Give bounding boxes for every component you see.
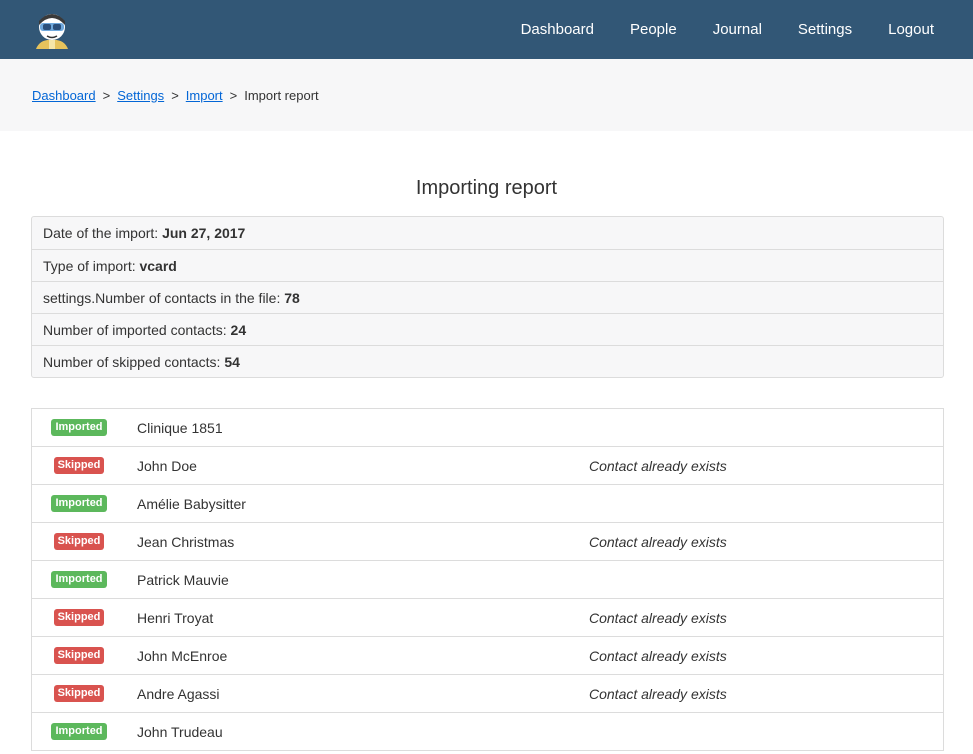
breadcrumb-separator: >: [102, 87, 111, 103]
skipped-count-row: Number of skipped contacts: 54: [32, 345, 943, 377]
breadcrumb-current: Import report: [244, 87, 319, 103]
info-value: 54: [224, 354, 240, 370]
status-badge: Skipped: [53, 685, 105, 702]
contact-name: Amélie Babysitter: [137, 495, 246, 512]
status-cell: Imported: [32, 571, 126, 588]
nav-dashboard[interactable]: Dashboard: [503, 0, 612, 59]
status-cell: Imported: [32, 723, 126, 740]
contact-name: Henri Troyat: [137, 609, 214, 626]
list-item: Skipped Henri Troyat Contact already exist…: [32, 599, 943, 637]
status-cell: Skipped: [32, 685, 126, 702]
contact-name: John Trudeau: [137, 723, 223, 740]
list-item: Imported Clinique 1851: [32, 409, 943, 447]
info-label: Number of imported contacts:: [43, 322, 231, 338]
info-value: vcard: [139, 258, 177, 274]
monica-logo-icon[interactable]: [32, 9, 72, 51]
status-cell: Skipped: [32, 647, 126, 664]
info-label: Date of the import:: [43, 225, 163, 241]
imported-count-row: Number of imported contacts: 24: [32, 313, 943, 345]
list-item: Imported John Trudeau: [32, 713, 943, 751]
breadcrumb-dashboard[interactable]: Dashboard: [32, 88, 96, 103]
import-date-row: Date of the import: Jun 27, 2017: [32, 217, 943, 249]
status-badge: Imported: [51, 723, 107, 740]
main-nav: Dashboard People Journal Settings Logout: [503, 0, 946, 59]
skip-reason: Contact already exists: [589, 685, 727, 702]
breadcrumb-import[interactable]: Import: [186, 88, 223, 103]
breadcrumb-separator: >: [171, 87, 179, 103]
import-summary: Date of the import: Jun 27, 2017 Type of…: [31, 216, 944, 378]
list-item: Skipped John McEnroe Contact already exist…: [32, 637, 943, 675]
contacts-in-file-row: settings.Number of contacts in the file:…: [32, 281, 943, 313]
list-item: Imported Patrick Mauvie: [32, 561, 943, 599]
status-badge: Imported: [51, 495, 107, 512]
breadcrumb-separator: >: [229, 87, 238, 103]
info-value: 78: [284, 290, 300, 306]
skip-reason: Contact already exists: [589, 647, 727, 664]
skip-reason: Contact already exists: [589, 457, 727, 474]
info-label: settings.Number of contacts in the file:: [43, 290, 285, 306]
status-badge: Skipped: [53, 533, 105, 550]
import-type-row: Type of import: vcard: [32, 249, 943, 281]
info-value: 24: [230, 322, 247, 338]
info-label: Number of skipped contacts:: [43, 354, 225, 370]
status-badge: Imported: [51, 419, 107, 436]
status-cell: Skipped: [32, 457, 126, 474]
list-item: Skipped Andre Agassi Contact already exist…: [32, 675, 943, 713]
nav-settings[interactable]: Settings: [780, 0, 870, 59]
list-item: Skipped John Doe Contact already exists: [32, 447, 943, 485]
nav-journal[interactable]: Journal: [695, 0, 780, 59]
status-cell: Skipped: [32, 609, 126, 626]
nav-people[interactable]: People: [612, 0, 695, 59]
status-badge: Imported: [51, 571, 107, 588]
contact-report-list: Imported Clinique 1851 Skipped John Doe Cont…: [31, 408, 944, 751]
info-value: Jun 27, 2017: [162, 225, 246, 241]
status-cell: Imported: [32, 495, 126, 512]
contact-name: Clinique 1851: [137, 419, 223, 436]
info-label: Type of import:: [43, 258, 140, 274]
contact-name: John Doe: [137, 457, 197, 474]
status-badge: Skipped: [53, 609, 105, 626]
breadcrumb: Dashboard > Settings > Import > Import r…: [0, 59, 973, 131]
status-cell: Imported: [32, 419, 126, 436]
status-badge: Skipped: [53, 647, 105, 664]
page-title: Importing report: [415, 177, 558, 199]
skip-reason: Contact already exists: [589, 533, 727, 550]
list-item: Skipped Jean Christmas Contact already exi…: [32, 523, 943, 561]
top-navbar: Dashboard People Journal Settings Logout: [0, 0, 973, 59]
breadcrumb-settings[interactable]: Settings: [117, 88, 164, 103]
skip-reason: Contact already exists: [589, 609, 727, 626]
contact-name: Jean Christmas: [137, 533, 235, 550]
contact-name: John McEnroe: [137, 647, 228, 664]
status-badge: Skipped: [53, 457, 105, 474]
list-item: Imported Amélie Babysitter: [32, 485, 943, 523]
contact-name: Patrick Mauvie: [137, 571, 229, 588]
nav-logout[interactable]: Logout: [870, 0, 946, 59]
contact-name: Andre Agassi: [137, 685, 220, 702]
status-cell: Skipped: [32, 533, 126, 550]
